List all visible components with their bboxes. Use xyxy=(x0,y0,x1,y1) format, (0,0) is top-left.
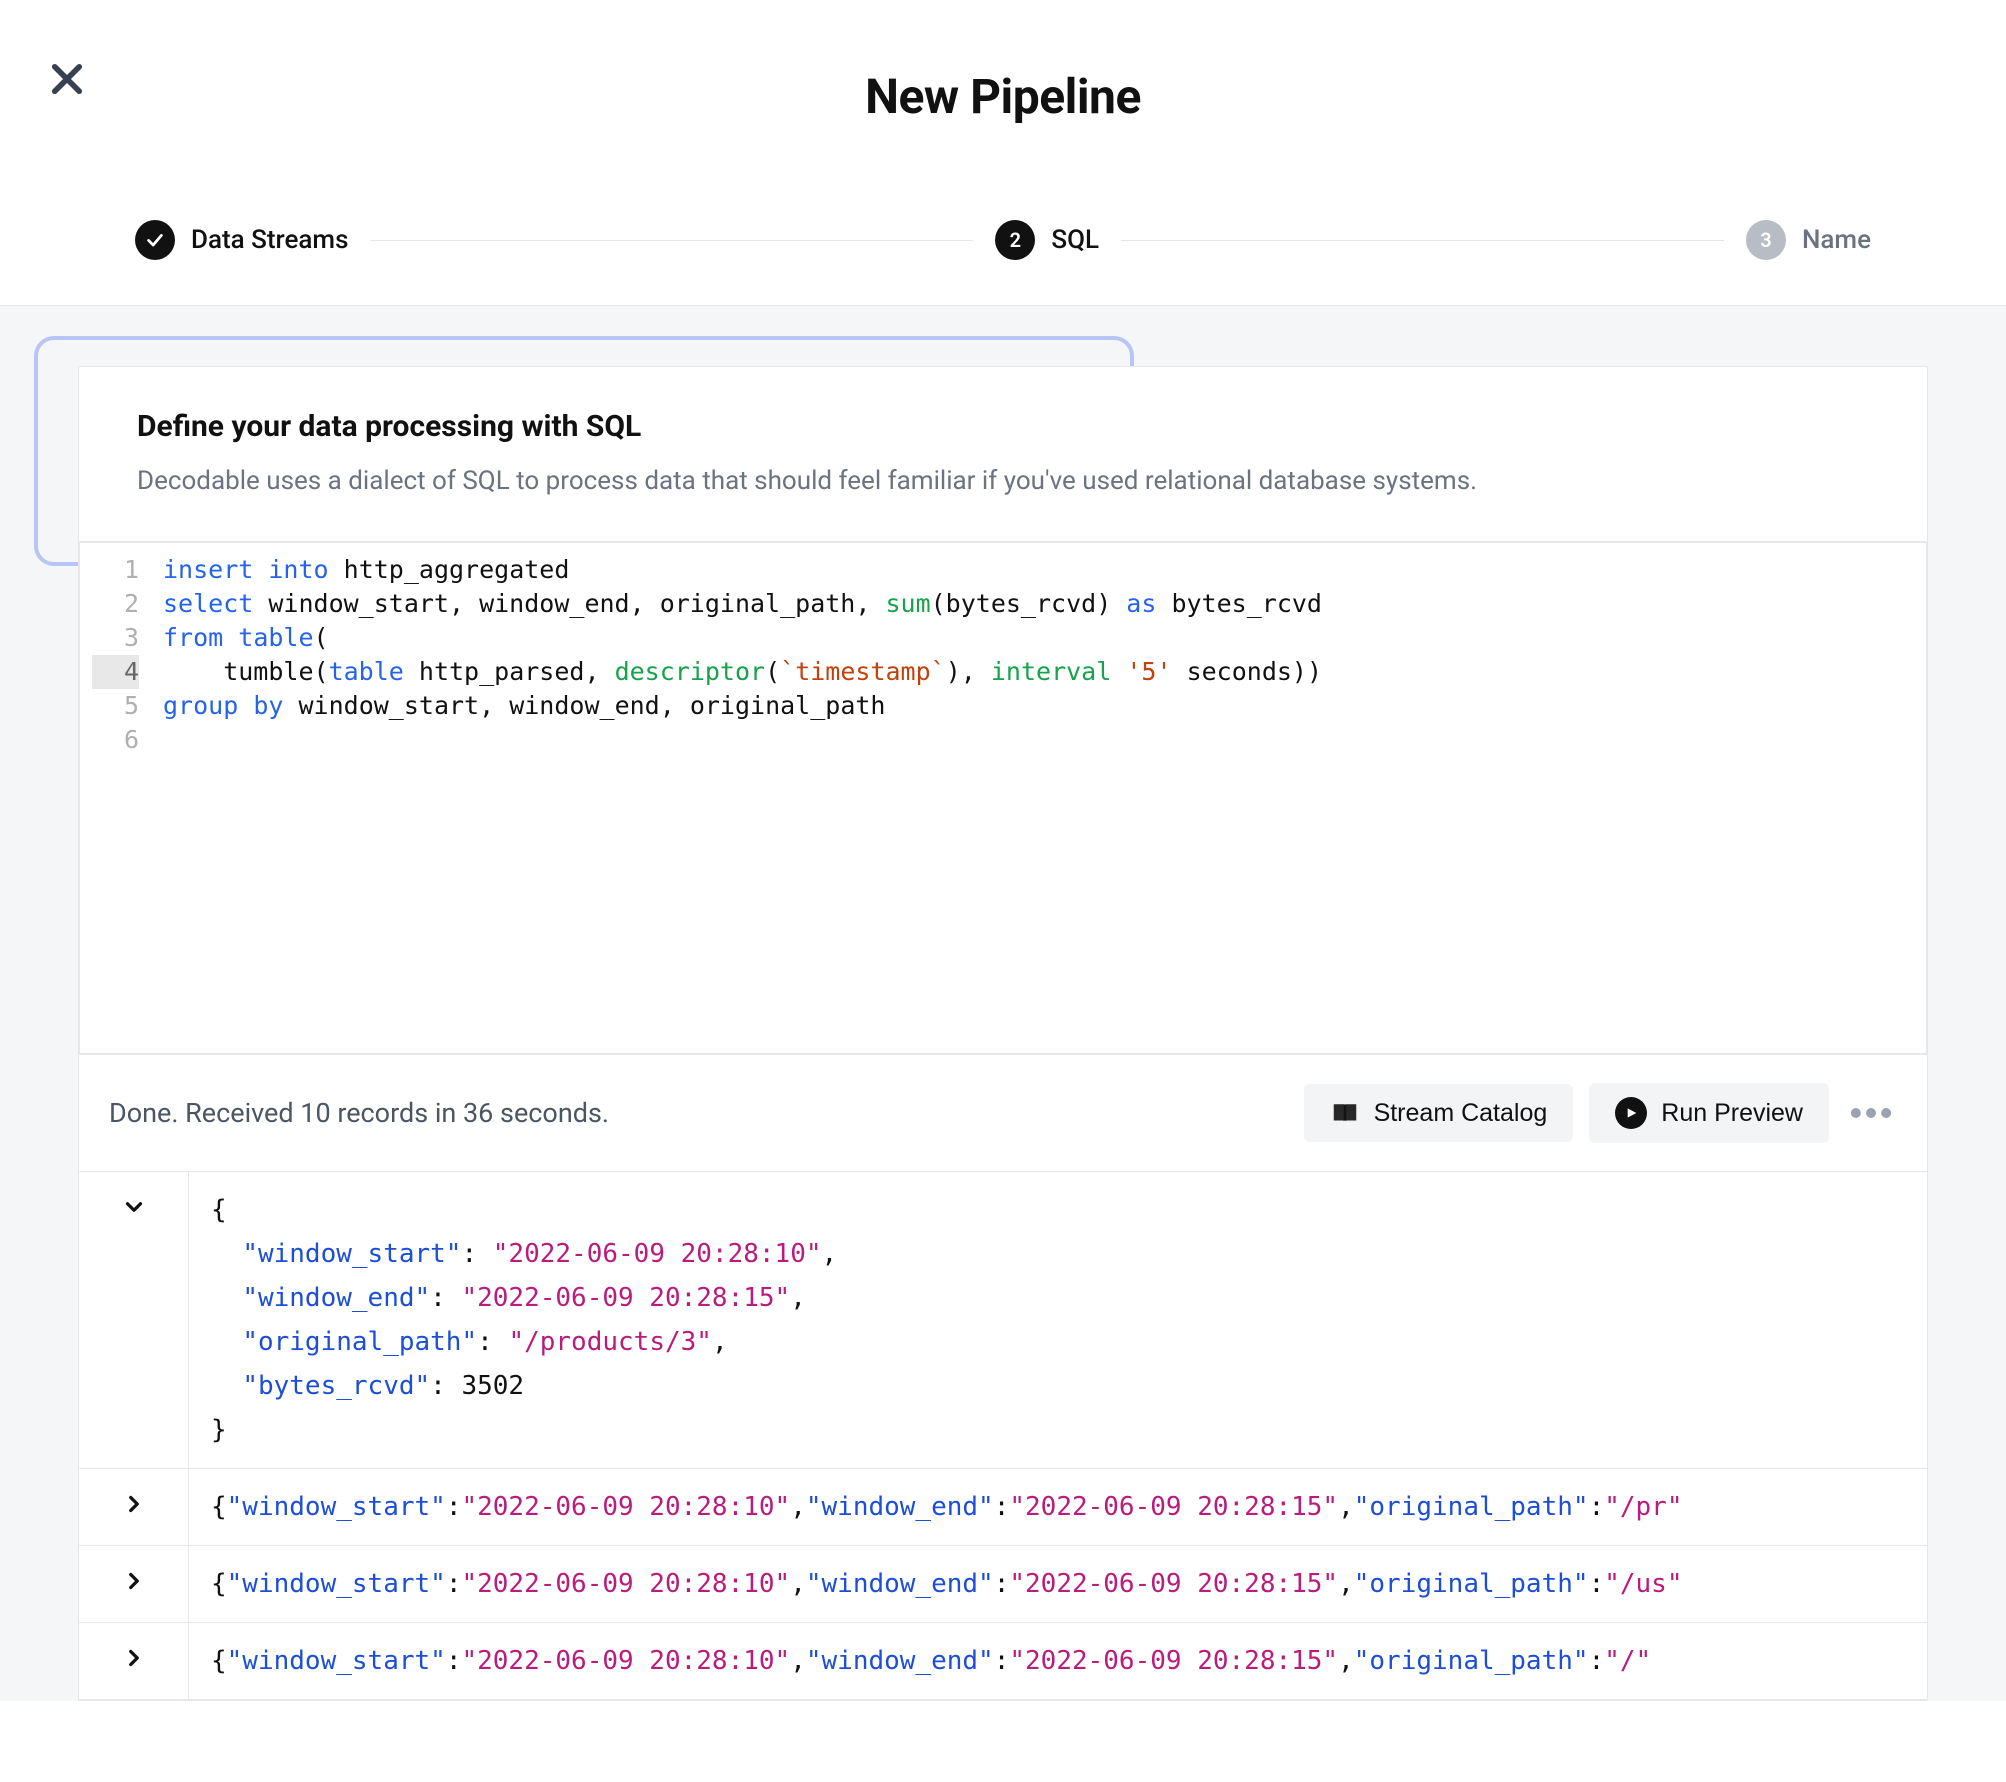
button-label: Stream Catalog xyxy=(1374,1099,1548,1128)
result-row: {"window_start":"2022-06-09 20:28:10","w… xyxy=(79,1469,1927,1546)
card-title: Define your data processing with SQL xyxy=(137,409,1869,444)
step-label: SQL xyxy=(1051,225,1099,255)
result-json: {"window_start":"2022-06-09 20:28:10","w… xyxy=(189,1469,1705,1545)
play-icon xyxy=(1615,1097,1647,1129)
step-number-icon: 2 xyxy=(995,220,1035,260)
result-json: {"window_start":"2022-06-09 20:28:10","w… xyxy=(189,1546,1705,1622)
more-menu-button[interactable] xyxy=(1845,1087,1897,1139)
expand-toggle[interactable] xyxy=(79,1546,189,1622)
expand-toggle[interactable] xyxy=(79,1623,189,1699)
sql-editor[interactable]: 123456 insert into http_aggregatedselect… xyxy=(79,542,1927,1054)
step-label: Name xyxy=(1802,225,1871,255)
result-row: {"window_start":"2022-06-09 20:28:10","w… xyxy=(79,1546,1927,1623)
line-gutter: 123456 xyxy=(80,553,155,1043)
code-area[interactable]: insert into http_aggregatedselect window… xyxy=(155,553,1334,1043)
button-label: Run Preview xyxy=(1661,1099,1803,1128)
result-row: { "window_start": "2022-06-09 20:28:10",… xyxy=(79,1172,1927,1469)
sql-card: Define your data processing with SQL Dec… xyxy=(78,366,1928,1701)
page-title: New Pipeline xyxy=(0,68,2006,125)
chevron-right-icon xyxy=(121,1491,147,1517)
chevron-down-icon xyxy=(121,1194,147,1220)
preview-results: { "window_start": "2022-06-09 20:28:10",… xyxy=(79,1172,1927,1700)
preview-status: Done. Received 10 records in 36 seconds. xyxy=(109,1097,609,1129)
step-sql[interactable]: 2 SQL xyxy=(995,220,1099,260)
stepper: Data Streams 2 SQL 3 Name xyxy=(135,220,1871,260)
step-number-icon: 3 xyxy=(1746,220,1786,260)
catalog-icon xyxy=(1330,1098,1360,1128)
step-label: Data Streams xyxy=(191,225,348,255)
expand-toggle[interactable] xyxy=(79,1172,189,1468)
check-icon xyxy=(135,220,175,260)
stream-catalog-button[interactable]: Stream Catalog xyxy=(1304,1084,1574,1142)
chevron-right-icon xyxy=(121,1645,147,1671)
chevron-right-icon xyxy=(121,1568,147,1594)
step-name[interactable]: 3 Name xyxy=(1746,220,1871,260)
result-json: { "window_start": "2022-06-09 20:28:10",… xyxy=(189,1172,859,1468)
step-data-streams[interactable]: Data Streams xyxy=(135,220,348,260)
result-row: {"window_start":"2022-06-09 20:28:10","w… xyxy=(79,1623,1927,1700)
result-json: {"window_start":"2022-06-09 20:28:10","w… xyxy=(189,1623,1673,1699)
card-description: Decodable uses a dialect of SQL to proce… xyxy=(137,462,1869,501)
ellipsis-icon xyxy=(1845,1087,1897,1139)
run-preview-button[interactable]: Run Preview xyxy=(1589,1083,1829,1143)
expand-toggle[interactable] xyxy=(79,1469,189,1545)
